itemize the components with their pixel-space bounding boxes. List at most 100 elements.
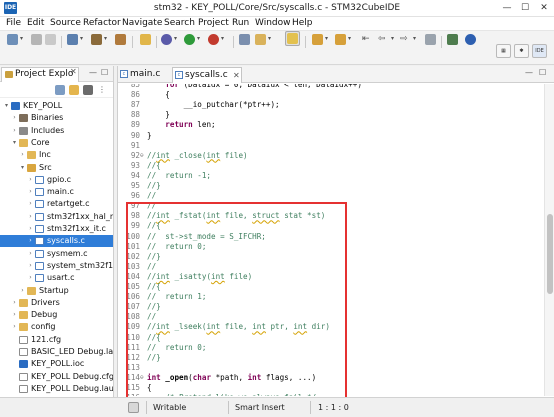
dropdown-arrow-icon[interactable]: ▾: [413, 35, 416, 42]
close-explorer-icon[interactable]: ✕: [70, 67, 77, 76]
forward-arrow-icon[interactable]: ⇨: [400, 34, 408, 44]
view-menu-icon[interactable]: ⋮: [98, 85, 106, 94]
tree-item[interactable]: › stm32f1xx_it.c: [0, 223, 113, 235]
collapsed-arrow-icon[interactable]: ›: [27, 198, 34, 210]
code-line[interactable]: 102 //}: [118, 252, 544, 262]
expanded-arrow-icon[interactable]: ▾: [19, 162, 26, 174]
tree-item[interactable]: › retartget.c: [0, 198, 113, 210]
dropdown-arrow-icon[interactable]: ▾: [221, 35, 224, 42]
code-line[interactable]: 88 }: [118, 110, 544, 120]
tree-item[interactable]: › gpio.c: [0, 174, 113, 186]
maximize-view-icon[interactable]: ☐: [101, 68, 108, 77]
minimize-view-icon[interactable]: —: [89, 68, 97, 77]
code-line[interactable]: 104 //int _isatty(int file): [118, 272, 544, 282]
tree-item[interactable]: BASIC_LED Debug.laun: [0, 346, 113, 358]
tree-item[interactable]: › sysmem.c: [0, 248, 113, 260]
tree-item[interactable]: ▾ KEY_POLL: [0, 100, 113, 112]
dropdown-arrow-icon[interactable]: ▾: [268, 35, 271, 42]
tree-item[interactable]: › Startup: [0, 285, 113, 297]
maximize-window-button[interactable]: ☐: [517, 1, 533, 15]
tree-item[interactable]: ▾ Core: [0, 137, 113, 149]
code-editor[interactable]: 85 for (DataIdx = 0; DataIdx < len; Data…: [118, 84, 544, 396]
tree-item[interactable]: › Binaries: [0, 112, 113, 124]
back-arrow-icon[interactable]: ⇦: [378, 34, 386, 44]
code-line[interactable]: 110 //{: [118, 333, 544, 343]
code-line[interactable]: 95 //}: [118, 181, 544, 191]
menu-source[interactable]: Source: [50, 18, 81, 28]
info-icon[interactable]: [465, 34, 476, 45]
code-line[interactable]: 86 {: [118, 90, 544, 100]
menu-search[interactable]: Search: [164, 18, 195, 28]
perspective-switch-button[interactable]: ▦: [496, 44, 511, 58]
expanded-arrow-icon[interactable]: ▾: [11, 137, 18, 149]
dropdown-arrow-icon[interactable]: ▾: [104, 35, 107, 42]
code-line[interactable]: 85 for (DataIdx = 0; DataIdx < len; Data…: [118, 84, 544, 90]
collapsed-arrow-icon[interactable]: ›: [27, 223, 34, 235]
code-line[interactable]: 113: [118, 363, 544, 373]
run-icon[interactable]: [184, 34, 195, 45]
menu-file[interactable]: File: [6, 18, 21, 28]
debug-perspective-button[interactable]: ✱: [514, 44, 529, 58]
fold-toggle-icon[interactable]: ⊖: [140, 373, 146, 383]
code-line[interactable]: 103 //: [118, 262, 544, 272]
dropdown-arrow-icon[interactable]: ▾: [391, 35, 394, 42]
tree-item[interactable]: › Debug: [0, 309, 113, 321]
tree-item[interactable]: › usart.c: [0, 272, 113, 284]
tree-item[interactable]: › Includes: [0, 125, 113, 137]
ide-perspective-button[interactable]: IDE: [532, 44, 547, 58]
code-line[interactable]: 112 //}: [118, 353, 544, 363]
tree-item[interactable]: KEY_POLL Debug.cfg: [0, 371, 113, 383]
menu-edit[interactable]: Edit: [27, 18, 44, 28]
tab-syscalls-c[interactable]: c syscalls.c ✕: [172, 67, 242, 83]
menu-project[interactable]: Project: [198, 18, 229, 28]
code-line[interactable]: 111 // return 0;: [118, 343, 544, 353]
dropdown-arrow-icon[interactable]: ▾: [174, 35, 177, 42]
code-line[interactable]: 107 //}: [118, 302, 544, 312]
collapsed-arrow-icon[interactable]: ›: [11, 125, 18, 137]
code-line[interactable]: 92 ⊖//int _close(int file): [118, 151, 544, 161]
code-line[interactable]: 97 //: [118, 201, 544, 211]
build-hammer-icon[interactable]: [91, 34, 102, 45]
collapsed-arrow-icon[interactable]: ›: [27, 260, 34, 272]
code-line[interactable]: 91: [118, 141, 544, 151]
code-line[interactable]: 115 {: [118, 383, 544, 393]
tree-item[interactable]: › main.c: [0, 186, 113, 198]
menu-refactor[interactable]: Refactor: [83, 18, 121, 28]
menu-window[interactable]: Window: [255, 18, 291, 28]
code-line[interactable]: 90}: [118, 131, 544, 141]
tree-item[interactable]: › config: [0, 321, 113, 333]
project-explorer-tab[interactable]: Project Explo: [1, 67, 79, 82]
tree-item[interactable]: KEY_POLL Debug.laun: [0, 383, 113, 395]
collapsed-arrow-icon[interactable]: ›: [27, 248, 34, 260]
tab-main-c[interactable]: c main.c: [118, 67, 170, 83]
new-icon[interactable]: [7, 34, 18, 45]
menu-navigate[interactable]: Navigate: [122, 18, 162, 28]
collapsed-arrow-icon[interactable]: ›: [11, 112, 18, 124]
tree-item[interactable]: › stm32f1xx_hal_m: [0, 211, 113, 223]
last-edit-icon[interactable]: ⇤: [362, 34, 370, 44]
code-line[interactable]: 87 __io_putchar(*ptr++);: [118, 100, 544, 110]
code-line[interactable]: 108 //: [118, 312, 544, 322]
debug-bug-icon[interactable]: [161, 34, 172, 45]
code-line[interactable]: 89 return len;: [118, 120, 544, 130]
collapsed-arrow-icon[interactable]: ›: [19, 149, 26, 161]
fold-toggle-icon[interactable]: ⊖: [140, 151, 146, 161]
open-type-icon[interactable]: [140, 34, 151, 45]
tree-item[interactable]: › syscalls.c: [0, 235, 113, 248]
minimize-window-button[interactable]: —: [499, 1, 515, 15]
close-tab-icon[interactable]: ✕: [233, 69, 240, 83]
collapsed-arrow-icon[interactable]: ›: [11, 321, 18, 333]
new-c-project-icon[interactable]: [239, 34, 250, 45]
code-line[interactable]: 106 // return 1;: [118, 292, 544, 302]
collapsed-arrow-icon[interactable]: ›: [11, 297, 18, 309]
code-line[interactable]: 99 //{: [118, 221, 544, 231]
collapsed-arrow-icon[interactable]: ›: [27, 272, 34, 284]
code-line[interactable]: 98 //int _fstat(int file, struct stat *st…: [118, 211, 544, 221]
quick-access-icon[interactable]: [128, 402, 139, 413]
dropdown-arrow-icon[interactable]: ▾: [348, 35, 351, 42]
menu-help[interactable]: Help: [292, 18, 313, 28]
settings-gear-icon[interactable]: [67, 34, 78, 45]
save-all-icon[interactable]: [45, 34, 56, 45]
tree-item[interactable]: KEY_POLL.ioc: [0, 358, 113, 370]
terminal-icon[interactable]: [447, 34, 458, 45]
